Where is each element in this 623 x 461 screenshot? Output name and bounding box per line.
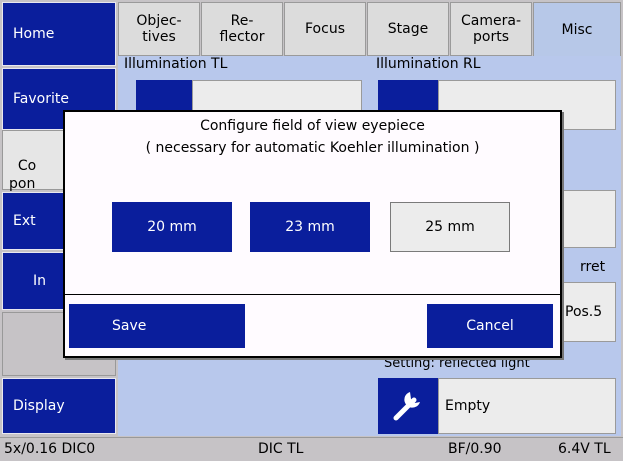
tab-cameraports-label: Camera- ports [461, 13, 521, 45]
setting-reflected-light-label: Setting: reflected light [384, 356, 620, 374]
status-aperture: BF/0.90 [448, 441, 502, 457]
cancel-label: Cancel [466, 318, 514, 334]
eyepiece-dialog: Configure field of view eyepiece ( neces… [63, 110, 562, 358]
home-label: Home [13, 26, 55, 42]
empty-slot-button[interactable]: Empty [438, 378, 616, 434]
favorite-label: Favorite [13, 91, 69, 107]
components-label: Co pon [9, 158, 37, 192]
tab-objectives-label: Objec- tives [136, 13, 182, 45]
dialog-subtitle: ( necessary for automatic Koehler illumi… [145, 140, 480, 156]
eyepiece-20mm-label: 20 mm [147, 219, 197, 235]
status-objective: 5x/0.16 DIC0 [4, 441, 96, 457]
status-bar: 5x/0.16 DIC0 DIC TL BF/0.90 6.4V TL [0, 437, 623, 461]
turret-position-text: Pos.5 [565, 304, 603, 320]
eyepiece-25mm-button[interactable]: 25 mm [390, 202, 510, 252]
wrench-icon [388, 384, 428, 428]
turret-fragment-text: rret [580, 259, 606, 275]
empty-label: Empty [445, 398, 491, 414]
eyepiece-23mm-button[interactable]: 23 mm [250, 202, 370, 252]
status-contrast: DIC TL [258, 441, 304, 457]
cancel-button[interactable]: Cancel [427, 304, 553, 348]
illumination-tl-label: Illumination TL [124, 56, 227, 72]
eyepiece-20mm-button[interactable]: 20 mm [112, 202, 232, 252]
illumination-rl-label: Illumination RL [376, 56, 481, 72]
save-label: Save [112, 318, 147, 334]
tab-objectives[interactable]: Objec- tives [118, 2, 200, 56]
tab-misc-label: Misc [561, 21, 593, 38]
setting-reflected-light-text: Setting: reflected light [384, 356, 530, 371]
illumination-tl-text: Illumination TL [124, 56, 228, 72]
in-label: In [33, 273, 47, 289]
home-button[interactable]: Home [2, 2, 116, 66]
eyepiece-25mm-label: 25 mm [425, 219, 475, 235]
tab-focus-label: Focus [305, 21, 345, 37]
dialog-divider [65, 294, 560, 295]
tab-misc[interactable]: Misc [533, 2, 621, 56]
status-voltage: 6.4V TL [558, 441, 611, 457]
turret-position-button[interactable]: Pos.5 [560, 282, 616, 342]
tab-stage-label: Stage [387, 21, 429, 37]
eyepiece-23mm-label: 23 mm [285, 219, 335, 235]
display-label: Display [13, 398, 65, 414]
wrench-icon-button[interactable] [378, 378, 438, 434]
ext-label: Ext [13, 213, 36, 229]
save-button[interactable]: Save [69, 304, 245, 348]
illumination-rl-text: Illumination RL [376, 56, 481, 72]
dialog-title: Configure field of view eyepiece [200, 118, 425, 134]
tab-focus[interactable]: Focus [284, 2, 366, 56]
tab-reflector-label: Re- flector [219, 13, 265, 45]
display-button[interactable]: Display [2, 378, 116, 434]
tab-stage[interactable]: Stage [367, 2, 449, 56]
tab-reflector[interactable]: Re- flector [201, 2, 283, 56]
tab-cameraports[interactable]: Camera- ports [450, 2, 532, 56]
turret-label-fragment: rret [580, 259, 620, 275]
misc-right-button[interactable] [560, 190, 616, 248]
